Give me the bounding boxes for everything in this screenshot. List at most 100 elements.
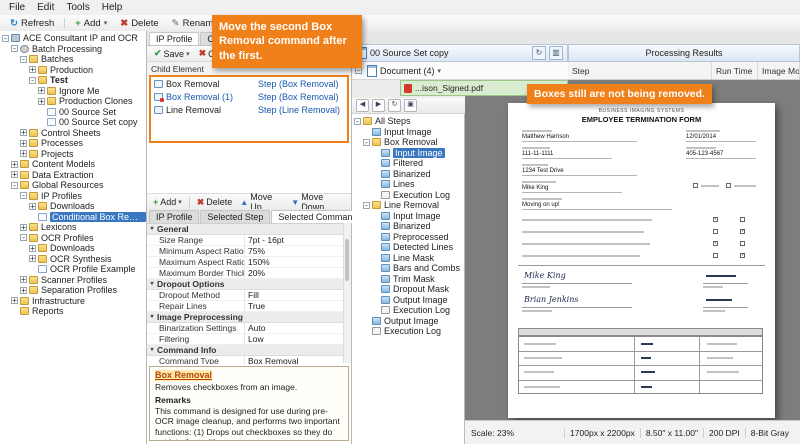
tree-item-output-image[interactable]: Output Image	[352, 295, 464, 306]
expander-icon[interactable]: -	[20, 234, 27, 241]
tree-item-ocr-synthesis[interactable]: +OCR Synthesis	[0, 254, 146, 265]
tree-item-preprocessed[interactable]: Preprocessed	[352, 232, 464, 243]
expander-icon[interactable]: -	[11, 45, 18, 52]
property-value[interactable]: 75%	[244, 246, 344, 256]
tree-item-line-removal[interactable]: -Line Removal	[352, 200, 464, 211]
child-element-row[interactable]: Box Removal (1)Step (Box Removal)	[151, 90, 347, 103]
property-group-header[interactable]: ▾General	[147, 224, 344, 235]
expander-icon[interactable]: +	[20, 224, 27, 231]
tree-item-trim-mask[interactable]: Trim Mask	[352, 274, 464, 285]
tree-item-projects[interactable]: +Projects	[0, 149, 146, 160]
tree-item-scanner-profiles[interactable]: +Scanner Profiles	[0, 275, 146, 286]
tree-item-execution-log[interactable]: Execution Log	[352, 190, 464, 201]
property-group-header[interactable]: ▾Command Info	[147, 345, 344, 356]
expander-icon[interactable]: -	[363, 139, 370, 146]
property-grid-scrollbar[interactable]	[343, 223, 351, 363]
delete-step-button[interactable]: ✖Delete	[193, 196, 237, 209]
tab-ip-profile[interactable]: IP Profile	[149, 210, 199, 223]
tab-selected-command[interactable]: Selected Command	[271, 210, 364, 223]
expander-icon[interactable]: -	[20, 192, 27, 199]
expander-icon[interactable]: +	[20, 276, 27, 283]
child-element-type-link[interactable]: Step (Box Removal)	[258, 79, 339, 89]
property-value[interactable]: 20%	[244, 268, 344, 278]
thumbnails-icon[interactable]: ▣	[404, 99, 417, 112]
add-step-button[interactable]: +Add▾	[149, 196, 186, 209]
child-element-type-link[interactable]: Step (Box Removal)	[258, 92, 339, 102]
tree-item-output-image[interactable]: Output Image	[352, 316, 464, 327]
property-value[interactable]: 150%	[244, 257, 344, 267]
tree-item-batch-processing[interactable]: -Batch Processing	[0, 44, 146, 55]
tree-item-execution-log[interactable]: Execution Log	[352, 305, 464, 316]
expander-icon[interactable]: -	[2, 35, 9, 42]
property-value[interactable]: Fill	[244, 290, 344, 300]
menu-edit[interactable]: Edit	[31, 2, 60, 13]
tree-item-box-removal[interactable]: -Box Removal	[352, 137, 464, 148]
layout-icon[interactable]: ▥	[549, 46, 563, 60]
expander-icon[interactable]: +	[29, 255, 36, 262]
expander-icon[interactable]: -	[354, 118, 361, 125]
menu-file[interactable]: File	[3, 2, 31, 13]
tree-item-execution-log[interactable]: Execution Log	[352, 326, 464, 337]
expander-icon[interactable]: +	[11, 297, 18, 304]
tree-item-test[interactable]: -Test	[0, 75, 146, 86]
tree-item-dropout-mask[interactable]: Dropout Mask	[352, 284, 464, 295]
expander-icon[interactable]: +	[11, 161, 18, 168]
tree-item-batches[interactable]: -Batches	[0, 54, 146, 65]
property-row[interactable]: Maximum Border Thickness20%	[147, 268, 344, 279]
property-row[interactable]: Maximum Aspect Ratio150%	[147, 257, 344, 268]
tree-item-content-models[interactable]: +Content Models	[0, 159, 146, 170]
property-group-header[interactable]: ▾Dropout Options	[147, 279, 344, 290]
move-up-button[interactable]: ▲Move Up	[236, 196, 287, 209]
property-value[interactable]: Auto	[244, 323, 344, 333]
scrollbar-thumb[interactable]	[345, 239, 349, 281]
save-button[interactable]: ✔Save▾	[150, 47, 194, 60]
tree-item-line-mask[interactable]: Line Mask	[352, 253, 464, 264]
property-row[interactable]: Command TypeBox Removal	[147, 356, 344, 364]
tree-item-binarized[interactable]: Binarized	[352, 169, 464, 180]
prev-step-icon[interactable]: ◀	[356, 99, 369, 112]
property-row[interactable]: Binarization SettingsAuto	[147, 323, 344, 334]
tree-item-ocr-profile-example[interactable]: OCR Profile Example	[0, 264, 146, 275]
tree-item-ignore-me[interactable]: +Ignore Me	[0, 86, 146, 97]
property-value[interactable]: Low	[244, 334, 344, 344]
child-element-type-link[interactable]: Step (Line Removal)	[258, 105, 340, 115]
source-set-header[interactable]: 00 Source Set copy ↻ ▥	[352, 44, 568, 62]
tree-item-production[interactable]: +Production	[0, 65, 146, 76]
property-value[interactable]: Box Removal	[244, 356, 344, 364]
property-value[interactable]: True	[244, 301, 344, 311]
expander-icon[interactable]: +	[38, 98, 45, 105]
next-step-icon[interactable]: ▶	[372, 99, 385, 112]
expander-icon[interactable]: -	[363, 202, 370, 209]
tree-item-processes[interactable]: +Processes	[0, 138, 146, 149]
tree-item-ip-profiles[interactable]: -IP Profiles	[0, 191, 146, 202]
menu-help[interactable]: Help	[96, 2, 129, 13]
tab-selected-step[interactable]: Selected Step	[200, 210, 270, 223]
expander-icon[interactable]: +	[20, 287, 27, 294]
tree-item-infrastructure[interactable]: +Infrastructure	[0, 296, 146, 307]
expander-icon[interactable]: -	[11, 182, 18, 189]
refresh-button[interactable]: ↻Refresh	[4, 16, 60, 31]
tree-item-production-clones[interactable]: +Production Clones	[0, 96, 146, 107]
tree-item-input-image[interactable]: Input Image	[352, 127, 464, 138]
tree-item-ocr-profiles[interactable]: -OCR Profiles	[0, 233, 146, 244]
tree-item-all-steps[interactable]: -All Steps	[352, 116, 464, 127]
tree-item-filtered[interactable]: Filtered	[352, 158, 464, 169]
tree-item-global-resources[interactable]: -Global Resources	[0, 180, 146, 191]
tree-item-lexicons[interactable]: +Lexicons	[0, 222, 146, 233]
tree-item-binarized[interactable]: Binarized	[352, 221, 464, 232]
refresh-icon[interactable]: ↻	[388, 99, 401, 112]
tree-item-ace-consultant-ip-and-ocr[interactable]: -ACE Consultant IP and OCR	[0, 33, 146, 44]
property-group-header[interactable]: ▾Image Preprocessing	[147, 312, 344, 323]
expander-icon[interactable]: +	[38, 87, 45, 94]
delete-button[interactable]: ✖Delete	[114, 16, 164, 31]
tree-item-control-sheets[interactable]: +Control Sheets	[0, 128, 146, 139]
expander-icon[interactable]: +	[29, 66, 36, 73]
expander-icon[interactable]: +	[11, 171, 18, 178]
child-element-row[interactable]: Box RemovalStep (Box Removal)	[151, 77, 347, 90]
column-header-run-time[interactable]: Run Time	[712, 62, 758, 79]
expander-icon[interactable]: -	[29, 77, 36, 84]
tree-item-input-image[interactable]: Input Image	[352, 211, 464, 222]
expander-icon[interactable]: +	[20, 140, 27, 147]
expander-icon[interactable]: +	[29, 203, 36, 210]
refresh-icon[interactable]: ↻	[532, 46, 546, 60]
